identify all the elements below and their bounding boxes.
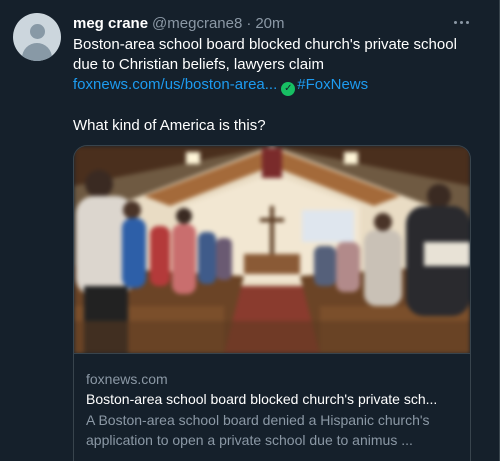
more-dot [453, 20, 457, 24]
card-meta: foxnews.com Boston-area school board blo… [86, 370, 460, 450]
tweet-question: What kind of America is this? [73, 117, 266, 134]
author-name[interactable]: meg crane [73, 15, 148, 32]
more-dot [465, 20, 469, 24]
more-options-icon[interactable] [451, 12, 471, 32]
tweet-text-line: due to Christian beliefs, lawyers claim [73, 56, 324, 73]
avatar[interactable] [13, 13, 61, 61]
tweet-text-line: Boston-area school board blocked church'… [73, 36, 457, 53]
hashtag-link[interactable]: #FoxNews [297, 76, 368, 93]
author-handle[interactable]: @megcrane8 [152, 15, 242, 32]
tweet-text: Boston-area school board blocked church'… [73, 35, 473, 96]
default-profile-head-icon [30, 24, 45, 39]
tweet-header: meg crane @megcrane8 · 20m [73, 13, 285, 33]
card-description-line: application to open a private school due… [86, 432, 413, 448]
tweet-link-line: foxnews.com/us/boston-area... ✓ #FoxNews [73, 75, 473, 96]
tweet-timestamp[interactable]: 20m [255, 15, 284, 32]
church-interior-image [74, 146, 470, 353]
card-image[interactable] [74, 146, 470, 354]
tweet[interactable]: meg crane @megcrane8 · 20m Boston-area s… [0, 0, 500, 461]
card-domain: foxnews.com [86, 371, 168, 387]
card-description-line: A Boston-area school board denied a Hisp… [86, 412, 430, 428]
check-circle-icon: ✓ [281, 82, 296, 96]
card-title[interactable]: Boston-area school board blocked church'… [86, 389, 460, 409]
article-link[interactable]: foxnews.com/us/boston-area... [73, 76, 277, 93]
header-separator: · [246, 14, 252, 32]
more-dot [459, 20, 463, 24]
card-description: A Boston-area school board denied a Hisp… [86, 410, 460, 450]
link-preview-card[interactable]: foxnews.com Boston-area school board blo… [73, 145, 471, 461]
default-profile-body-icon [22, 43, 52, 61]
